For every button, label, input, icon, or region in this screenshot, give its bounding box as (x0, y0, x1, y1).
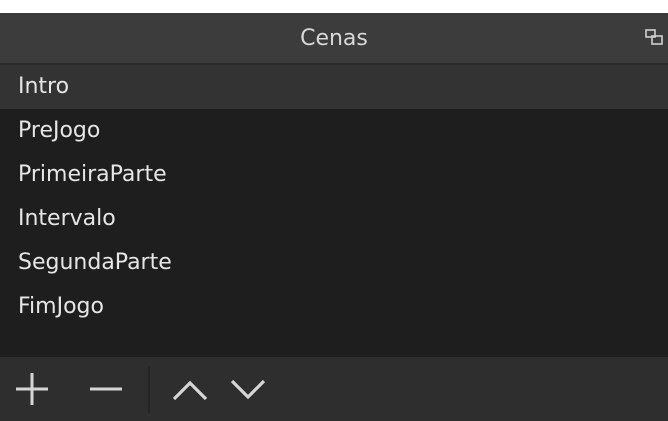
move-scene-up-button[interactable] (168, 367, 212, 411)
scene-item-primeiraparte[interactable]: PrimeiraParte (0, 153, 668, 197)
chevron-down-icon (230, 379, 266, 400)
scene-item-intro[interactable]: Intro (0, 65, 668, 109)
dock-titlebar[interactable]: Cenas (0, 13, 668, 65)
toolbar-separator (148, 367, 150, 413)
scene-item-intervalo[interactable]: Intervalo (0, 197, 668, 241)
scenes-dock: Cenas Intro PreJogo PrimeiraParte Interv… (0, 13, 668, 421)
plus-icon (16, 373, 48, 405)
add-scene-button[interactable] (10, 367, 54, 411)
scene-list[interactable]: Intro PreJogo PrimeiraParte Intervalo Se… (0, 65, 668, 356)
move-scene-down-button[interactable] (226, 367, 270, 411)
scene-item-segundaparte[interactable]: SegundaParte (0, 241, 668, 285)
scene-item-fimjogo[interactable]: FimJogo (0, 285, 668, 329)
undock-button[interactable] (644, 27, 664, 47)
minus-icon (90, 387, 122, 391)
scene-toolbar (0, 357, 668, 421)
undock-icon (645, 29, 663, 45)
remove-scene-button[interactable] (84, 367, 128, 411)
chevron-up-icon (172, 380, 208, 401)
scene-item-prejogo[interactable]: PreJogo (0, 109, 668, 153)
dock-title: Cenas (300, 26, 368, 51)
